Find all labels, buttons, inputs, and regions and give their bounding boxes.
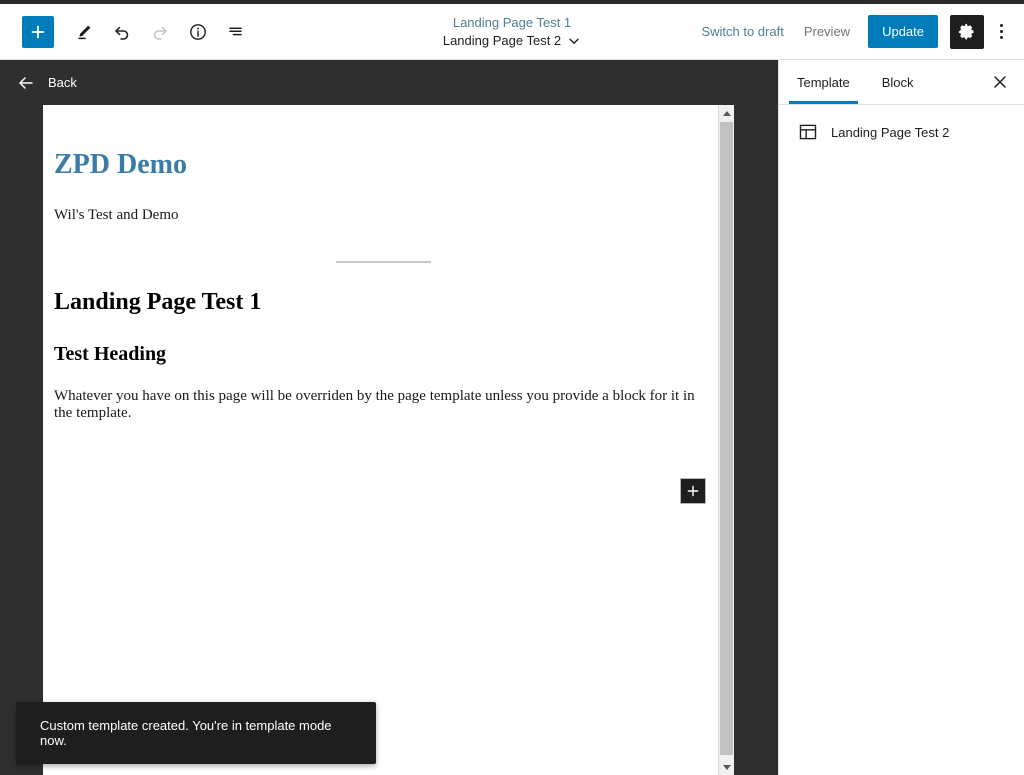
gear-icon (958, 23, 974, 40)
heading-block-2[interactable]: Test Heading (54, 343, 712, 366)
back-button[interactable]: Back (0, 60, 778, 105)
tools-pencil-button[interactable] (66, 14, 102, 50)
back-button-label: Back (48, 75, 77, 90)
arrow-left-icon (19, 76, 33, 89)
sidebar-tab-bar: Template Block (779, 60, 1024, 105)
snackbar-notice[interactable]: Custom template created. You're in templ… (16, 702, 376, 764)
canvas-scrollbar[interactable] (718, 105, 734, 775)
heading-block-1[interactable]: Landing Page Test 1 (54, 289, 712, 316)
undo-icon (115, 26, 129, 40)
header-left-toolbar (0, 14, 254, 50)
info-circle-icon (190, 23, 206, 40)
close-sidebar-button[interactable] (982, 64, 1018, 100)
preview-button[interactable]: Preview (794, 16, 860, 47)
template-title-dropdown[interactable]: Landing Page Test 2 (443, 32, 581, 50)
paragraph-block[interactable]: Whatever you have on this page will be o… (54, 388, 712, 422)
separator-block[interactable] (335, 261, 431, 263)
scrollbar-thumb[interactable] (720, 122, 733, 755)
dot (999, 30, 1003, 33)
pencil-icon (78, 25, 91, 39)
editor-body: Back ZPD Demo Wil's Test and Demo Landin… (0, 60, 1024, 775)
editor-canvas[interactable]: ZPD Demo Wil's Test and Demo Landing Pag… (43, 105, 734, 775)
template-title-label: Landing Page Test 2 (442, 33, 562, 48)
dot (999, 36, 1003, 39)
site-tagline-block[interactable]: Wil's Test and Demo (54, 207, 712, 224)
settings-button[interactable] (950, 14, 984, 49)
plus-icon (31, 25, 45, 38)
add-block-button[interactable] (22, 15, 54, 48)
undo-button[interactable] (104, 14, 140, 50)
site-title-block[interactable]: ZPD Demo (54, 149, 712, 181)
sidebar-item-template[interactable]: Landing Page Test 2 (779, 105, 1024, 143)
redo-icon (153, 26, 167, 40)
redo-button (142, 14, 178, 50)
chevron-down-icon (569, 38, 579, 44)
update-button[interactable]: Update (868, 15, 938, 48)
switch-to-draft-button[interactable]: Switch to draft (691, 16, 793, 47)
template-layout-icon (799, 124, 817, 140)
editor-header: Landing Page Test 1 Landing Page Test 2 … (0, 4, 1024, 60)
scroll-up-arrow[interactable] (719, 105, 734, 121)
options-menu-button[interactable] (986, 15, 1016, 49)
sidebar-template-name: Landing Page Test 2 (831, 124, 950, 140)
settings-sidebar: Template Block Landing Page Test 2 (778, 60, 1024, 775)
wordpress-block-editor: Landing Page Test 1 Landing Page Test 2 … (0, 0, 1024, 775)
canvas-content: ZPD Demo Wil's Test and Demo Landing Pag… (43, 105, 734, 422)
details-info-button[interactable] (180, 14, 216, 50)
inline-block-inserter-button[interactable] (680, 478, 706, 504)
list-view-icon (229, 27, 242, 35)
tab-block[interactable]: Block (866, 61, 930, 104)
dot (999, 24, 1003, 27)
tab-template[interactable]: Template (781, 61, 866, 104)
plus-icon (687, 485, 699, 497)
header-right-actions: Switch to draft Preview Update (691, 14, 1024, 49)
close-icon (994, 76, 1006, 88)
parent-post-title[interactable]: Landing Page Test 1 (453, 14, 571, 31)
list-view-button[interactable] (218, 14, 254, 50)
scroll-down-arrow[interactable] (719, 759, 734, 775)
